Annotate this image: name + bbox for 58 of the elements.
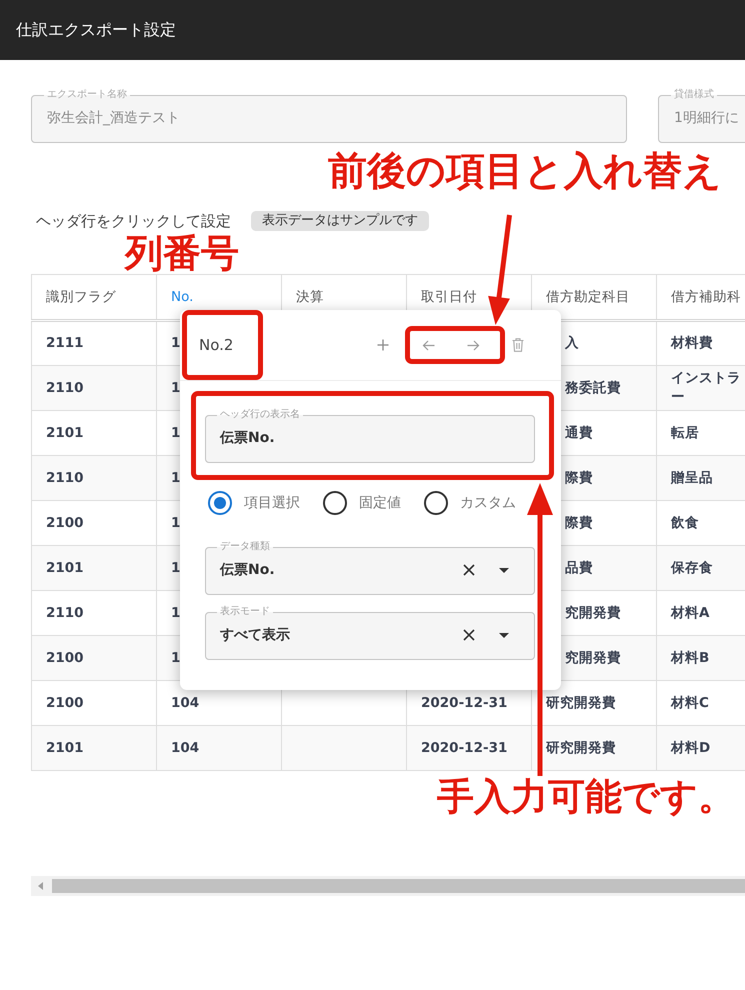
table-cell: 材料費 — [656, 320, 745, 366]
table-cell: 2100 — [32, 680, 156, 726]
table-cell: 2101 — [32, 546, 156, 590]
radio-button[interactable] — [424, 491, 448, 515]
table-cell: 2020-12-31 — [406, 726, 532, 770]
annotation-label: 手入力可能です。 — [437, 777, 735, 817]
plus-icon[interactable] — [377, 339, 389, 351]
field-value: 1明細行に — [674, 109, 740, 128]
table-cell: 飲食 — [656, 500, 745, 546]
column-header[interactable]: 借方勘定科目 — [532, 274, 656, 320]
table-cell: 研究開発費 — [532, 680, 656, 726]
column-header[interactable]: 識別フラグ — [32, 274, 156, 320]
dropdown-field[interactable]: データ種類 伝票No. — [205, 541, 535, 595]
column-header[interactable]: 借方補助科 — [656, 274, 745, 320]
field-value: 伝票No. — [220, 429, 276, 448]
table-cell: インストラー — [656, 366, 745, 410]
table-cell: 2110 — [32, 590, 156, 636]
radio-label[interactable]: 固定値 — [359, 494, 401, 512]
scrollbar-thumb[interactable] — [52, 879, 745, 893]
table-cell: 2100 — [32, 500, 156, 546]
table-cell: 2101 — [32, 410, 156, 456]
table-cell: 2101 — [32, 726, 156, 770]
field-value: 弥生会計_酒造テスト — [47, 109, 181, 128]
dropdown-field[interactable]: 表示モード すべて表示 — [205, 606, 535, 660]
field-value: 伝票No. — [220, 561, 276, 580]
radio-button[interactable] — [323, 491, 347, 515]
left-arrow-icon[interactable] — [422, 340, 434, 350]
table-cell: 材料A — [656, 590, 745, 636]
caret-icon[interactable] — [499, 568, 509, 572]
table-cell: 104 — [156, 726, 282, 770]
radio-button[interactable] — [208, 491, 232, 515]
column-number: No.2 — [199, 336, 234, 354]
app-title: 仕訳エクスポート設定 — [16, 20, 176, 40]
radio-label[interactable]: カスタム — [460, 494, 516, 512]
table-cell: 材料C — [656, 680, 745, 726]
table-cell: 2111 — [32, 320, 156, 366]
notice-tag: 表示データはサンプルです — [251, 211, 429, 231]
table-cell: 転居 — [656, 410, 745, 456]
annotation-label: 列番号 — [125, 234, 239, 272]
hint-text: ヘッダ行をクリックして設定 — [36, 212, 231, 230]
right-arrow-icon[interactable] — [466, 340, 480, 350]
table-cell: 贈呈品 — [656, 456, 745, 500]
field-label: 表示モード — [219, 606, 271, 618]
field-label: 貸借様式 — [673, 89, 715, 101]
table-cell: 2100 — [32, 636, 156, 680]
horizontal-scrollbar[interactable] — [31, 876, 745, 896]
table-cell: 材料D — [656, 726, 745, 770]
caret-icon[interactable] — [499, 632, 509, 638]
table-cell: 2110 — [32, 366, 156, 410]
text-field[interactable]: ヘッダ行の表示名 伝票No. — [205, 409, 535, 463]
table-cell: 2110 — [32, 456, 156, 500]
table-cell: 材料B — [656, 636, 745, 680]
annotation-label: 前後の項目と入れ替え — [328, 151, 722, 193]
table-cell: 研究開発費 — [532, 726, 656, 770]
field-label: エクスポート名称 — [46, 89, 128, 101]
close-icon[interactable] — [463, 629, 475, 641]
close-icon[interactable] — [463, 564, 475, 576]
table-cell: 保存食 — [656, 546, 745, 590]
